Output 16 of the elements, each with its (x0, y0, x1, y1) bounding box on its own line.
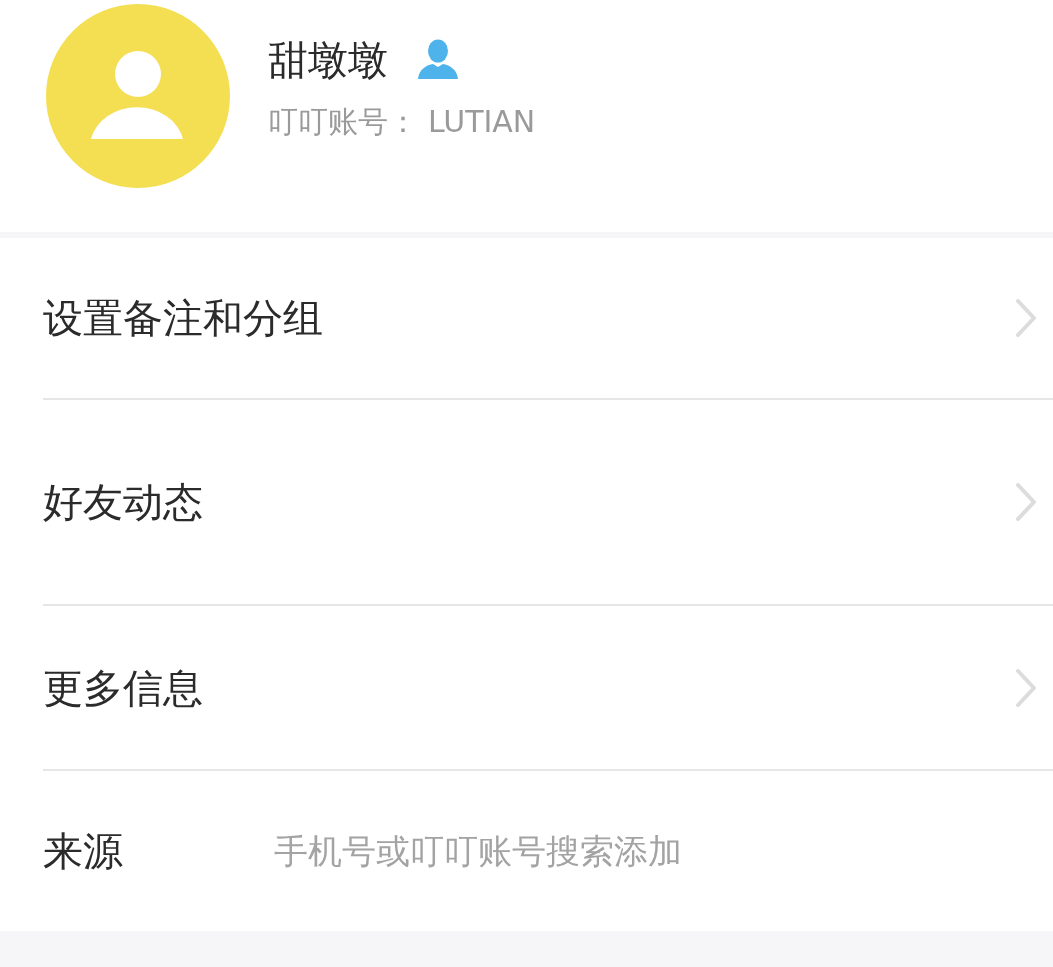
menu-row[interactable]: 更多信息 (43, 606, 1053, 769)
info-value: 手机号或叮叮账号搜索添加 (274, 830, 682, 873)
menu-label: 设置备注和分组 (43, 294, 323, 343)
chevron-right-icon (1015, 482, 1037, 522)
avatar-icon (46, 4, 230, 188)
menu-row[interactable]: 好友动态 (43, 400, 1053, 604)
account-id: LUTIAN (428, 103, 536, 141)
person-icon (416, 39, 460, 81)
info-label: 来源 (43, 827, 124, 876)
account-label: 叮叮账号： (268, 103, 418, 141)
menu-row[interactable]: 设置备注和分组 (43, 238, 1053, 398)
contact-name: 甜墩墩 (268, 36, 388, 85)
menu-label: 好友动态 (43, 478, 203, 527)
chevron-right-icon (1015, 667, 1037, 708)
menu-label: 更多信息 (43, 663, 203, 713)
chevron-right-icon (1015, 298, 1037, 338)
